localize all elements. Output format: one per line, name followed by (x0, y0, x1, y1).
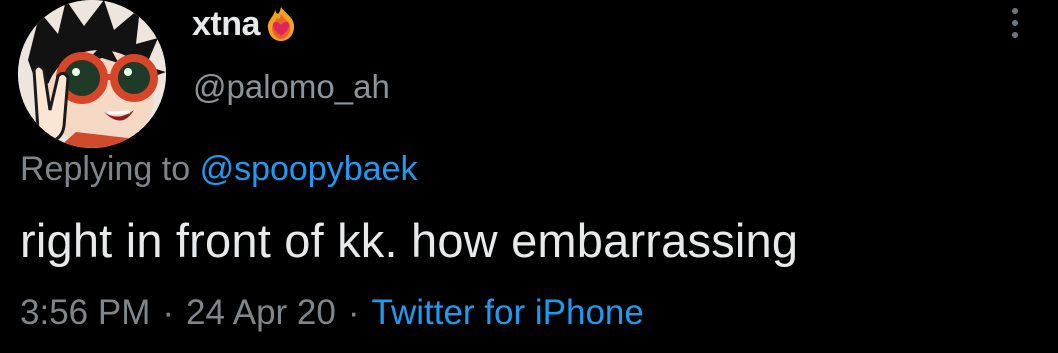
more-dots-icon (1012, 20, 1018, 26)
tweet-time[interactable]: 3:56 PM (20, 293, 150, 333)
replying-to-line: Replying to @spoopybaek (20, 150, 417, 189)
display-name-row: xtna (192, 4, 298, 44)
heart-on-fire-icon (267, 7, 294, 41)
tweet-meta: 3:56 PM · 24 Apr 20 · Twitter for iPhone (20, 293, 644, 333)
reply-mention-link[interactable]: @spoopybaek (200, 150, 418, 188)
avatar[interactable] (18, 0, 166, 148)
tweet-card: xtna @palomo_ah Replying to @spoopybaek … (0, 0, 1058, 353)
more-options-button[interactable] (1000, 0, 1030, 46)
tweet-text: right in front of kk. how embarrassing (20, 214, 799, 267)
avatar-illustration (18, 0, 166, 148)
user-handle[interactable]: @palomo_ah (193, 68, 390, 106)
tweet-source-link[interactable]: Twitter for iPhone (372, 293, 644, 333)
replying-to-label: Replying to (20, 150, 191, 188)
tweet-date[interactable]: 24 Apr 20 (186, 293, 336, 333)
display-name[interactable]: xtna (192, 5, 260, 44)
meta-separator: · (162, 293, 175, 332)
more-dots-icon (1012, 32, 1018, 38)
more-dots-icon (1012, 8, 1018, 14)
meta-separator: · (347, 293, 360, 332)
